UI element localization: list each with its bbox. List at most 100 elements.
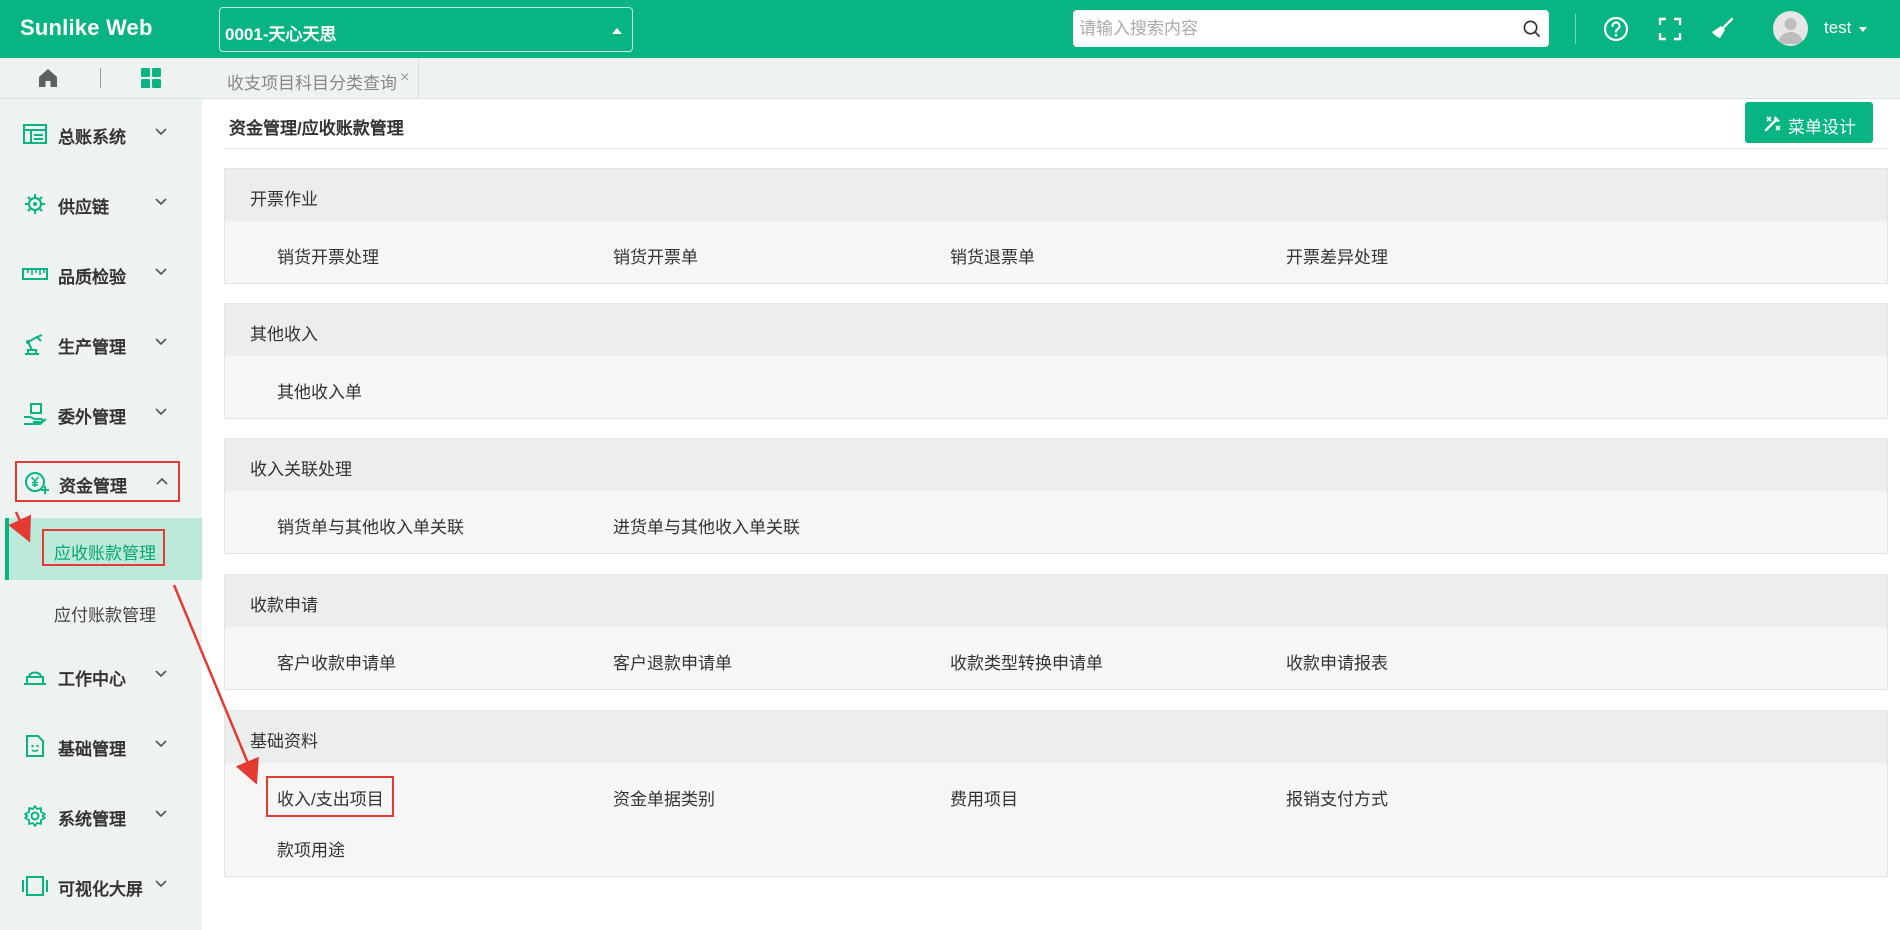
- breadcrumb: 资金管理/应收账款管理: [229, 119, 404, 138]
- tab-label: 收支项目科目分类查询: [227, 74, 397, 93]
- close-icon[interactable]: ×: [400, 69, 409, 87]
- chevron-down-icon: [155, 408, 167, 416]
- chevron-down-icon: [155, 670, 167, 678]
- sidebar-item-label: 生产管理: [58, 338, 126, 357]
- panel-title: 其他收入: [250, 325, 318, 344]
- user-icon: [1778, 18, 1803, 44]
- top-bar: Sunlike Web 0001-天心天思 test: [0, 0, 1900, 58]
- brand-logo: Sunlike Web: [20, 15, 153, 40]
- sidebar-item-basic-management[interactable]: 基础管理: [0, 716, 202, 774]
- grid-icon[interactable]: [140, 67, 162, 89]
- chevron-down-icon: [155, 268, 167, 276]
- sidebar-item-supply-chain[interactable]: 供应链: [0, 174, 202, 232]
- panel-header: 收款申请: [225, 575, 1887, 627]
- menu-link[interactable]: 销货单与其他收入单关联: [277, 513, 464, 538]
- sidebar: 总账系统 供应链 品质检验 生产管理 委外管理 资金管理 应收账款管理 应付账款…: [0, 58, 202, 930]
- search-box: [1073, 10, 1549, 47]
- toolbar-divider: [1575, 14, 1576, 44]
- tab-income-expense-query[interactable]: 收支项目科目分类查询 ×: [202, 58, 419, 99]
- caret-up-icon: [612, 28, 622, 34]
- home-icon[interactable]: [37, 67, 59, 89]
- panel-basic-data: 基础资料 收入/支出项目 资金单据类别 费用项目 报销支付方式 款项用途: [224, 710, 1888, 877]
- ledger-icon: [23, 124, 47, 144]
- sidebar-item-label: 可视化大屏: [58, 880, 143, 899]
- panel-title: 基础资料: [250, 732, 318, 751]
- panel-header: 基础资料: [225, 711, 1887, 763]
- user-name[interactable]: test: [1824, 18, 1851, 38]
- tab-strip: 收支项目科目分类查询 ×: [202, 58, 1900, 99]
- chevron-down-icon: [155, 198, 167, 206]
- panel-header: 其他收入: [225, 304, 1887, 356]
- menu-link[interactable]: 资金单据类别: [613, 785, 715, 810]
- sidebar-item-visual-screen[interactable]: 可视化大屏: [0, 856, 202, 914]
- broom-icon[interactable]: [1708, 15, 1736, 43]
- yuan-icon: [25, 472, 49, 494]
- sidebar-item-label: 品质检验: [58, 268, 126, 287]
- panel-other-income: 其他收入 其他收入单: [224, 303, 1888, 419]
- sidebar-top-bar: [0, 58, 202, 99]
- sidebar-item-label: 总账系统: [58, 128, 126, 147]
- help-icon[interactable]: [1602, 15, 1630, 43]
- sidebar-item-general-ledger[interactable]: 总账系统: [0, 104, 202, 162]
- sidebar-item-label: 基础管理: [58, 740, 126, 759]
- sidebar-item-label: 委外管理: [58, 408, 126, 427]
- menu-link[interactable]: 费用项目: [950, 785, 1018, 810]
- chevron-down-icon: [155, 740, 167, 748]
- menu-link[interactable]: 开票差异处理: [1286, 243, 1388, 268]
- org-select-value: 0001-天心天思: [225, 25, 337, 44]
- document-icon: [26, 735, 44, 757]
- menu-link[interactable]: 进货单与其他收入单关联: [613, 513, 800, 538]
- caret-down-icon[interactable]: [1859, 27, 1867, 32]
- search-input[interactable]: [1079, 10, 1509, 47]
- sidebar-item-work-center[interactable]: 工作中心: [0, 646, 202, 704]
- sidebar-top-divider: [100, 68, 101, 88]
- panel-income-association: 收入关联处理 销货单与其他收入单关联 进货单与其他收入单关联: [224, 438, 1888, 554]
- ruler-icon: [22, 268, 48, 280]
- chevron-up-icon: [156, 477, 168, 485]
- sidebar-item-production[interactable]: 生产管理: [0, 314, 202, 372]
- menu-link[interactable]: 客户收款申请单: [277, 649, 396, 674]
- search-icon[interactable]: [1522, 19, 1541, 38]
- menu-link[interactable]: 收款类型转换申请单: [950, 649, 1103, 674]
- sidebar-item-system-management[interactable]: 系统管理: [0, 786, 202, 844]
- sidebar-subitem-payables[interactable]: 应付账款管理: [5, 580, 202, 642]
- panel-payment-request: 收款申请 客户收款申请单 客户退款申请单 收款类型转换申请单 收款申请报表: [224, 574, 1888, 690]
- sidebar-item-label: 供应链: [58, 198, 109, 217]
- sidebar-item-fund-management[interactable]: 资金管理: [15, 461, 180, 502]
- fullscreen-icon[interactable]: [1656, 15, 1684, 43]
- org-select[interactable]: 0001-天心天思: [219, 7, 633, 52]
- panel-title: 收入关联处理: [250, 460, 352, 479]
- menu-link[interactable]: 收款申请报表: [1286, 649, 1388, 674]
- panel-header: 收入关联处理: [225, 439, 1887, 491]
- menu-link[interactable]: 客户退款申请单: [613, 649, 732, 674]
- menu-link-income-expense-item[interactable]: 收入/支出项目: [277, 785, 384, 810]
- menu-link[interactable]: 其他收入单: [277, 378, 362, 403]
- menu-design-button[interactable]: 菜单设计: [1745, 102, 1873, 143]
- panel-title: 开票作业: [250, 190, 318, 209]
- chevron-down-icon: [155, 128, 167, 136]
- design-tools-icon: [1764, 116, 1781, 132]
- avatar[interactable]: [1773, 11, 1808, 46]
- sidebar-item-label: 工作中心: [58, 670, 126, 689]
- panel-invoicing: 开票作业 销货开票处理 销货开票单 销货退票单 开票差异处理: [224, 168, 1888, 284]
- sidebar-item-outsourcing[interactable]: 委外管理: [0, 384, 202, 442]
- menu-link[interactable]: 款项用途: [277, 836, 345, 861]
- menu-link[interactable]: 销货退票单: [950, 243, 1035, 268]
- chevron-down-icon: [155, 338, 167, 346]
- sidebar-subitem-receivables[interactable]: 应收账款管理: [5, 518, 202, 580]
- breadcrumb-divider: [224, 148, 1887, 149]
- supply-chain-icon: [25, 194, 45, 214]
- menu-design-label: 菜单设计: [1788, 118, 1856, 137]
- sidebar-subitem-label: 应收账款管理: [54, 544, 156, 563]
- menu-link[interactable]: 销货开票处理: [277, 243, 379, 268]
- screen-icon: [22, 876, 48, 896]
- robot-arm-icon: [25, 334, 43, 355]
- gear-icon: [24, 805, 46, 827]
- sidebar-item-quality-inspection[interactable]: 品质检验: [0, 244, 202, 302]
- panel-title: 收款申请: [250, 596, 318, 615]
- hand-box-icon: [24, 403, 47, 425]
- menu-link[interactable]: 销货开票单: [613, 243, 698, 268]
- chevron-down-icon: [155, 810, 167, 818]
- menu-link[interactable]: 报销支付方式: [1286, 785, 1388, 810]
- workstation-icon: [24, 671, 46, 685]
